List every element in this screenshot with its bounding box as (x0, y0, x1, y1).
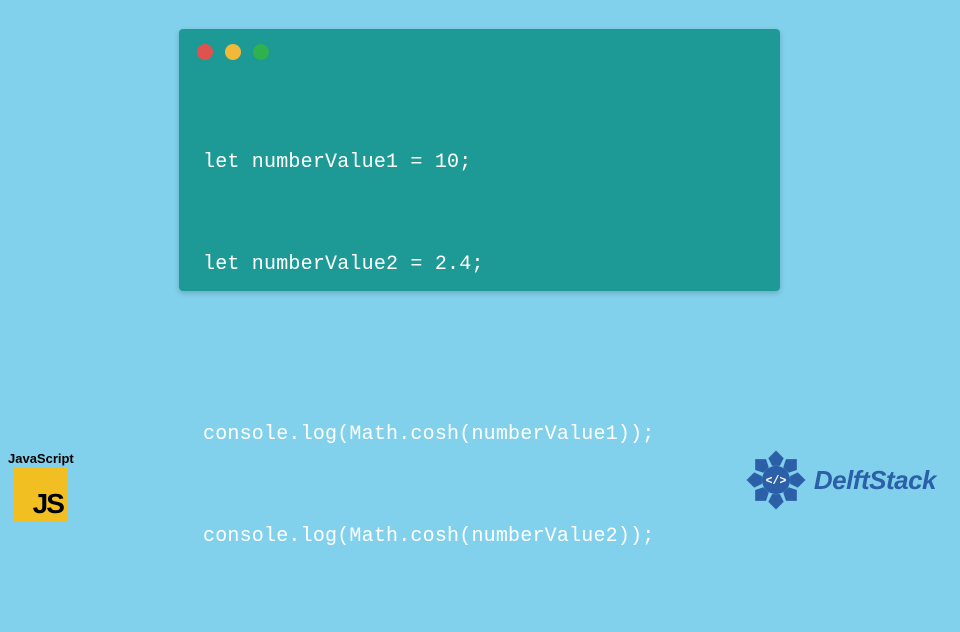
delftstack-logo-icon: </> (744, 448, 808, 512)
javascript-logo-text: JS (33, 488, 63, 520)
close-icon[interactable] (197, 44, 213, 60)
svg-text:</>: </> (765, 475, 786, 488)
maximize-icon[interactable] (253, 44, 269, 60)
javascript-logo-icon: JS (14, 468, 68, 522)
code-body: let numberValue1 = 10; let numberValue2 … (179, 64, 780, 632)
window-controls (179, 29, 780, 64)
javascript-label: JavaScript (8, 451, 74, 466)
javascript-badge: JavaScript JS (8, 451, 74, 522)
code-line: let numberValue2 = 2.4; (203, 248, 756, 282)
code-line: console.log(Math.cosh(numberValue1)); (203, 418, 756, 452)
delftstack-text: DelftStack (814, 465, 936, 496)
code-line: let numberValue1 = 10; (203, 146, 756, 180)
delftstack-badge: </> DelftStack (744, 448, 936, 512)
code-line: console.log(Math.cosh(numberValue2)); (203, 520, 756, 554)
code-window: let numberValue1 = 10; let numberValue2 … (179, 29, 780, 291)
minimize-icon[interactable] (225, 44, 241, 60)
